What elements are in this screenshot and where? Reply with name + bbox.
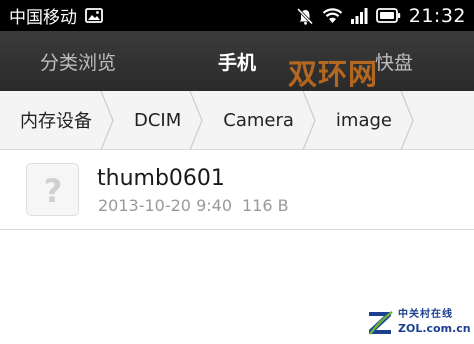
wifi-icon <box>322 7 343 24</box>
breadcrumb-separator-icon <box>400 91 414 150</box>
signal-icon <box>350 7 368 24</box>
status-bar: 中国移动 21:32 <box>0 0 474 31</box>
file-size: 116 B <box>242 196 289 215</box>
tab-categories[interactable]: 分类浏览 <box>40 31 116 91</box>
status-left: 中国移动 <box>9 3 103 28</box>
breadcrumb-separator-icon <box>189 91 203 150</box>
breadcrumb-image[interactable]: image <box>316 91 400 149</box>
zol-text-cn: 中关村在线 <box>398 309 453 320</box>
unknown-file-icon: ? <box>26 163 79 216</box>
carrier-name: 中国移动 <box>9 8 77 28</box>
breadcrumb-internal-storage[interactable]: 内存设备 <box>0 91 100 149</box>
breadcrumb-dcim[interactable]: DCIM <box>114 91 189 149</box>
tab-phone[interactable]: 手机 <box>218 31 256 91</box>
zol-text: 中关村在线 ZOL.com.cn <box>398 309 471 335</box>
image-notification-icon <box>85 8 103 23</box>
file-name: thumb0601 <box>97 166 225 191</box>
breadcrumb: 内存设备 DCIM Camera image <box>0 91 474 150</box>
battery-icon <box>375 8 401 23</box>
breadcrumb-separator-icon <box>100 91 114 150</box>
svg-text:?: ? <box>43 173 62 207</box>
tab-kuaipan[interactable]: 快盘 <box>375 31 413 91</box>
breadcrumb-separator-icon <box>302 91 316 150</box>
silent-mode-icon <box>296 7 314 25</box>
breadcrumb-camera[interactable]: Camera <box>203 91 302 149</box>
file-list-item[interactable]: ? thumb0601 2013-10-20 9:40 116 B <box>0 150 474 230</box>
watermark-logo: 双环网 <box>288 57 379 91</box>
file-date: 2013-10-20 9:40 <box>98 196 232 215</box>
status-clock: 21:32 <box>408 4 466 27</box>
zol-text-en: ZOL.com.cn <box>398 322 471 335</box>
zol-watermark: 中关村在线 ZOL.com.cn <box>366 306 471 338</box>
file-meta: 2013-10-20 9:40 116 B <box>98 196 289 215</box>
status-right: 21:32 <box>296 5 466 27</box>
zol-logo-icon <box>366 308 394 336</box>
tab-bar: 分类浏览 手机 快盘 双环网 <box>0 31 474 91</box>
